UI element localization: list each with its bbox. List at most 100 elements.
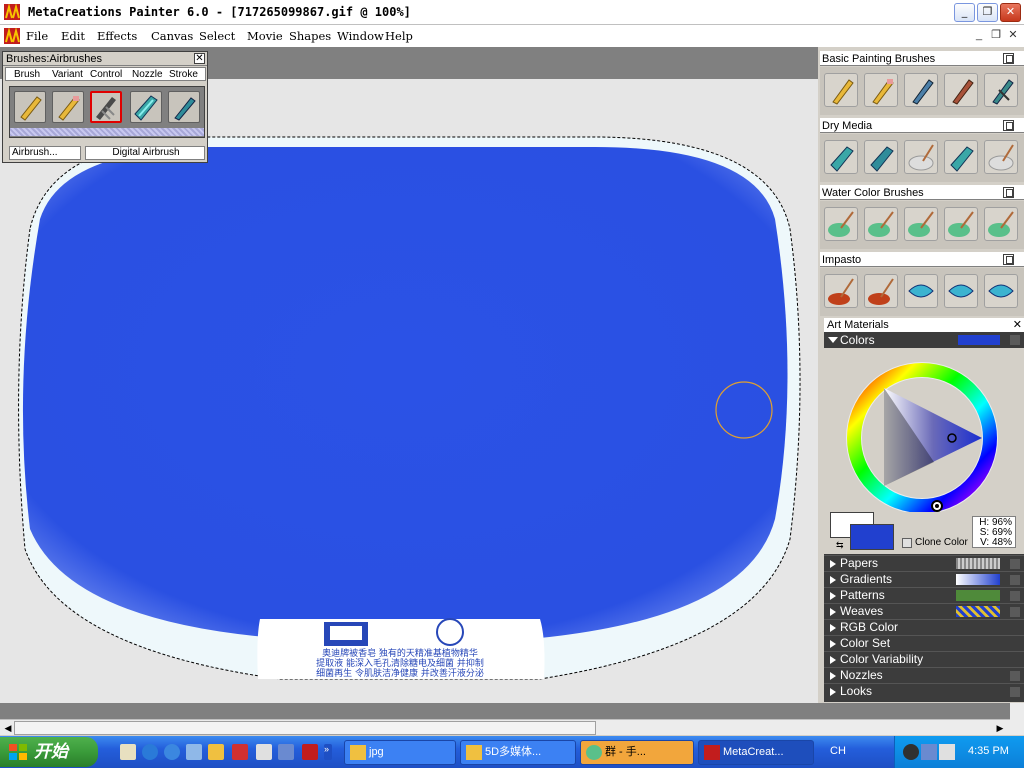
watercolor-brush-icon[interactable] [824,207,858,241]
palette-close-button[interactable]: ✕ [194,53,205,64]
document-canvas[interactable]: 奥迪牌被香皂 独有的天精准基植物精华 提取液 能深入毛孔清除糖电及细菌 并抑制 … [0,79,818,703]
dropdown-icon[interactable] [1010,591,1020,601]
impasto-depth-icon[interactable] [944,274,978,308]
language-indicator[interactable]: CH [830,745,846,757]
close-button[interactable]: ✕ [1000,3,1021,22]
blender-icon[interactable] [904,140,938,174]
doc-minimize-button[interactable]: _ [972,29,986,43]
tab-nozzle[interactable]: Nozzle [132,69,163,80]
scroll-thumb[interactable] [14,721,596,735]
tab-control[interactable]: Control [90,69,122,80]
tab-stroke[interactable]: Stroke [169,69,198,80]
internet-explorer-icon[interactable] [164,744,180,760]
start-button[interactable]: 开始 [0,737,98,767]
task-chat[interactable]: 群 - 手... [580,740,694,765]
minimize-button[interactable]: _ [954,3,975,22]
color-wheel[interactable] [824,348,1024,512]
impasto-texture-icon[interactable] [904,274,938,308]
brushes-palette-title[interactable]: Brushes:Airbrushes ✕ [3,52,207,66]
horizontal-scrollbar[interactable]: ◀ ▶ [0,719,1010,735]
acrobat-icon[interactable] [232,744,248,760]
watercolor-dry-icon[interactable] [984,207,1018,241]
airbrush-icon[interactable] [90,91,122,123]
menu-shapes[interactable]: Shapes [289,29,331,43]
tab-brush[interactable]: Brush [14,69,40,80]
panel-minimize-icon[interactable] [1003,53,1014,64]
watercolor-wash-icon[interactable] [864,207,898,241]
water-color-header[interactable]: Water Color Brushes [820,186,1024,200]
watercolor-round-icon[interactable] [944,207,978,241]
section-color-set[interactable]: Color Set [824,635,1024,651]
pastel-icon[interactable] [944,140,978,174]
section-looks[interactable]: Looks [824,683,1024,699]
media-player-icon[interactable] [120,744,136,760]
chalk-brush-icon[interactable] [130,91,162,123]
swap-colors-icon[interactable]: ⇆ [836,540,848,550]
task-jpg[interactable]: jpg [344,740,456,765]
task-5d[interactable]: 5D多媒体... [460,740,576,765]
user-icon[interactable] [903,744,919,760]
eraser-brush-icon[interactable] [52,91,84,123]
section-patterns[interactable]: Patterns [824,587,1024,603]
section-rgb-color[interactable]: RGB Color [824,619,1024,635]
colors-section-header[interactable]: Colors [824,332,1024,348]
quicklaunch-more-icon[interactable]: » [324,744,332,760]
tool-icon[interactable] [278,744,294,760]
menu-movie[interactable]: Movie [247,29,283,43]
section-color-variability[interactable]: Color Variability [824,651,1024,667]
impasto-knife-icon[interactable] [864,274,898,308]
painter-quicklaunch-icon[interactable] [302,744,318,760]
menu-select[interactable]: Select [199,29,235,43]
menu-edit[interactable]: Edit [61,29,85,43]
scroll-right-icon[interactable]: ▶ [994,722,1006,734]
dropdown-icon[interactable] [1010,559,1020,569]
scroll-left-icon[interactable]: ◀ [2,722,14,734]
tab-variant[interactable]: Variant [52,69,83,80]
dropdown-icon[interactable] [1010,687,1020,697]
impasto-smear-icon[interactable] [984,274,1018,308]
menu-window[interactable]: Window [337,29,384,43]
section-nozzles[interactable]: Nozzles [824,667,1024,683]
felt-pen-icon[interactable] [168,91,200,123]
task-painter[interactable]: MetaCreat... [698,740,814,765]
camera-icon[interactable] [256,744,272,760]
smudge-icon[interactable] [984,140,1018,174]
chalk-icon[interactable] [824,140,858,174]
basic-painting-header[interactable]: Basic Painting Brushes [820,52,1024,66]
brush-scroller[interactable] [10,128,204,136]
clone-color-checkbox[interactable] [902,538,912,548]
section-papers[interactable]: Papers [824,555,1024,571]
section-gradients[interactable]: Gradients [824,571,1024,587]
brush-icon[interactable] [944,73,978,107]
section-weaves[interactable]: Weaves [824,603,1024,619]
airbrush-tool-icon[interactable] [984,73,1018,107]
charcoal-icon[interactable] [864,140,898,174]
doc-close-button[interactable]: ✕ [1006,29,1020,43]
network-icon[interactable] [921,744,937,760]
impasto-brush-icon[interactable] [824,274,858,308]
desktop-icon[interactable] [186,744,202,760]
panel-minimize-icon[interactable] [1003,120,1014,131]
dropdown-icon[interactable] [1010,575,1020,585]
dropdown-icon[interactable] [1010,607,1020,617]
impasto-header[interactable]: Impasto [820,253,1024,267]
volume-icon[interactable] [939,744,955,760]
menu-canvas[interactable]: Canvas [151,29,193,43]
art-materials-close-button[interactable]: ✕ [1013,318,1022,332]
pen-icon[interactable] [904,73,938,107]
browser-globe-icon[interactable] [142,744,158,760]
menu-help[interactable]: Help [385,29,413,43]
document-icon[interactable] [4,28,20,44]
maximize-button[interactable]: ❐ [977,3,998,22]
panel-minimize-icon[interactable] [1003,254,1014,265]
panel-minimize-icon[interactable] [1003,187,1014,198]
brush-variant-field[interactable]: Digital Airbrush [85,146,205,160]
menu-file[interactable]: File [26,29,48,43]
pencil-brush-icon[interactable] [14,91,46,123]
primary-color-swatch[interactable] [850,524,894,550]
folder-app-icon[interactable] [208,744,224,760]
menu-effects[interactable]: Effects [97,29,137,43]
dry-media-header[interactable]: Dry Media [820,119,1024,133]
pencil-icon[interactable] [824,73,858,107]
doc-restore-button[interactable]: ❐ [989,29,1003,43]
